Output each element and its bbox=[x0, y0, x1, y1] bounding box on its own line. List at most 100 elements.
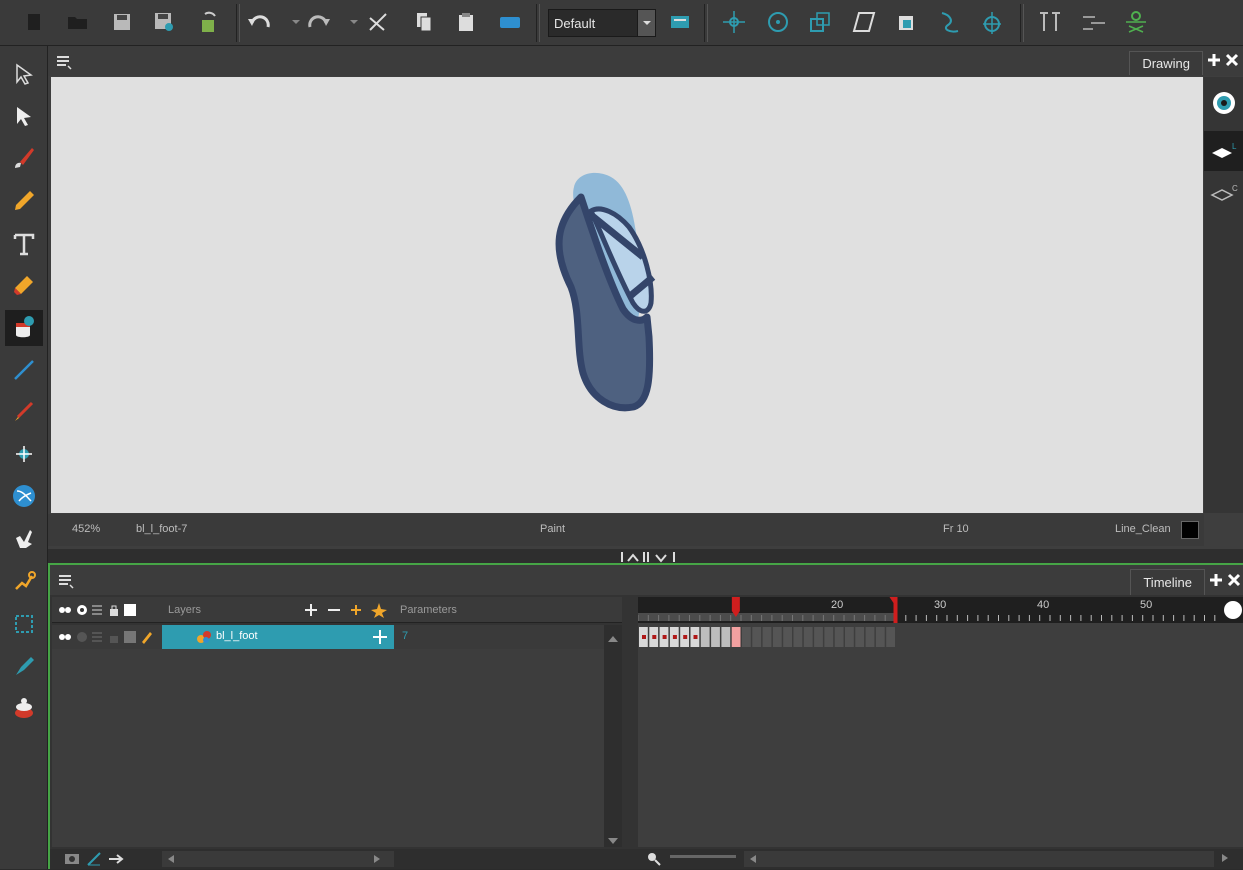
save-as-icon[interactable] bbox=[150, 8, 178, 36]
paste-icon[interactable] bbox=[452, 8, 480, 36]
envelope-tool-icon[interactable] bbox=[5, 606, 43, 642]
scroll-left-icon[interactable] bbox=[168, 855, 174, 863]
scale-icon[interactable] bbox=[806, 8, 834, 36]
skew-icon[interactable] bbox=[850, 8, 878, 36]
view-splitter[interactable] bbox=[48, 549, 1243, 565]
undo-icon[interactable] bbox=[246, 8, 274, 36]
onion-skin-icon[interactable] bbox=[64, 852, 80, 869]
eraser-tool-icon[interactable] bbox=[5, 268, 43, 304]
pivot-tool-icon[interactable] bbox=[5, 436, 43, 472]
brush-tool-icon[interactable] bbox=[5, 140, 43, 176]
layers-header-label: Layers bbox=[168, 604, 202, 616]
scroll-right-icon[interactable] bbox=[374, 855, 380, 863]
view-menu-icon[interactable] bbox=[56, 54, 72, 73]
save-icon[interactable] bbox=[108, 8, 136, 36]
bone-icon[interactable] bbox=[1122, 8, 1150, 36]
rigging-tool-icon[interactable] bbox=[5, 564, 43, 600]
morphing-tool-icon[interactable] bbox=[5, 478, 43, 514]
remove-layer-icon[interactable] bbox=[326, 602, 342, 621]
contour-editor-icon[interactable] bbox=[5, 98, 43, 134]
zoom-slider[interactable] bbox=[670, 855, 736, 858]
library-icon[interactable] bbox=[496, 8, 524, 36]
timeline-end-icon[interactable] bbox=[1224, 601, 1242, 619]
hand-tool-icon[interactable] bbox=[5, 520, 43, 556]
frame-ruler[interactable]: 20 30 40 50 bbox=[637, 597, 1243, 623]
rotate-icon[interactable] bbox=[764, 8, 792, 36]
timeline-menu-icon[interactable] bbox=[58, 573, 74, 592]
pencil-tool-icon[interactable] bbox=[5, 182, 43, 218]
workspace-dropdown[interactable]: Default bbox=[548, 9, 656, 37]
morph-icon[interactable] bbox=[892, 8, 920, 36]
timeline-bottom-bar bbox=[50, 849, 1243, 869]
ruler-label-20: 20 bbox=[831, 599, 844, 611]
scroll-left-icon[interactable] bbox=[750, 855, 756, 863]
transform-icon[interactable] bbox=[720, 8, 748, 36]
frame-cell bbox=[824, 627, 834, 647]
add-effect-icon[interactable] bbox=[370, 601, 388, 622]
cut-icon[interactable] bbox=[364, 8, 392, 36]
tab-drawing[interactable]: Drawing bbox=[1129, 51, 1203, 75]
frame-cell bbox=[886, 627, 895, 647]
frames-hscrollbar[interactable] bbox=[744, 851, 1214, 867]
frame-cell bbox=[875, 627, 885, 647]
palette-name: Line_Clean bbox=[1115, 523, 1171, 535]
new-icon[interactable] bbox=[20, 8, 48, 36]
add-view-icon[interactable] bbox=[1207, 53, 1221, 70]
frame-cells[interactable] bbox=[638, 625, 1243, 649]
frame-cell bbox=[711, 627, 720, 647]
text-tool-icon[interactable] bbox=[5, 226, 43, 262]
frame-cell bbox=[793, 627, 803, 647]
zoom-icon[interactable] bbox=[646, 851, 662, 870]
line-tool-icon[interactable] bbox=[5, 352, 43, 388]
close-icon[interactable] bbox=[1225, 53, 1239, 70]
stroke-tool-icon[interactable] bbox=[5, 394, 43, 430]
pivot-icon[interactable] bbox=[978, 8, 1006, 36]
layer-row-toggles[interactable] bbox=[58, 630, 168, 647]
layers-scrollbar[interactable] bbox=[604, 625, 622, 847]
layer-parameter-value[interactable]: 7 bbox=[402, 630, 408, 642]
copy-icon[interactable] bbox=[410, 8, 438, 36]
eye-icon[interactable] bbox=[1212, 91, 1236, 118]
layers-hscrollbar[interactable] bbox=[162, 851, 394, 867]
line-art-layer-icon: L bbox=[1210, 141, 1238, 166]
drawing-canvas[interactable] bbox=[51, 77, 1203, 513]
spline-icon[interactable] bbox=[936, 8, 964, 36]
scroll-up-icon[interactable] bbox=[608, 633, 618, 645]
layer-name-cell[interactable]: bl_l_foot bbox=[162, 625, 394, 649]
layer-toggle-icons[interactable] bbox=[58, 603, 148, 620]
camera-view-icon[interactable] bbox=[666, 8, 694, 36]
zoom-level[interactable]: 452% bbox=[72, 523, 100, 535]
close-icon[interactable] bbox=[1227, 573, 1241, 590]
frames-area[interactable]: 20 30 40 50 bbox=[637, 597, 1243, 847]
add-view-icon[interactable] bbox=[1209, 573, 1223, 590]
expand-layer-icon[interactable] bbox=[372, 629, 388, 648]
select-tool-icon[interactable] bbox=[5, 56, 43, 92]
paint-tool-icon[interactable] bbox=[5, 310, 43, 346]
color-art-layer-icon[interactable]: C bbox=[1210, 183, 1238, 208]
deform-icon[interactable] bbox=[1080, 8, 1108, 36]
rigging-icon[interactable] bbox=[1036, 8, 1064, 36]
import-icon[interactable] bbox=[194, 8, 222, 36]
current-frame: Fr 10 bbox=[943, 523, 969, 535]
frame-cell bbox=[762, 627, 772, 647]
open-icon[interactable] bbox=[64, 8, 92, 36]
line-art-layer-button[interactable]: L bbox=[1204, 131, 1243, 171]
layer-row[interactable]: bl_l_foot 7 bbox=[52, 625, 622, 649]
tab-timeline[interactable]: Timeline bbox=[1130, 569, 1205, 595]
add-peg-icon[interactable] bbox=[348, 602, 364, 621]
drawing-mode-icon[interactable] bbox=[86, 851, 102, 870]
smooth-editor-icon[interactable] bbox=[5, 690, 43, 726]
arrow-right-icon[interactable] bbox=[108, 853, 126, 868]
ballet-shoe-drawing bbox=[555, 172, 656, 412]
ruler-label-30: 30 bbox=[934, 599, 947, 611]
keyframe-dot bbox=[672, 635, 677, 639]
scroll-down-icon[interactable] bbox=[608, 835, 618, 847]
frame-cell bbox=[772, 627, 782, 647]
redo-icon[interactable] bbox=[304, 8, 332, 36]
current-color-swatch[interactable] bbox=[1181, 521, 1199, 539]
timeline-header: Timeline bbox=[50, 565, 1243, 595]
layer-name: bl_l_foot bbox=[216, 630, 258, 642]
scroll-right-icon[interactable] bbox=[1222, 853, 1228, 865]
add-layer-icon[interactable] bbox=[304, 602, 320, 621]
inverse-kinematics-icon[interactable] bbox=[5, 648, 43, 684]
